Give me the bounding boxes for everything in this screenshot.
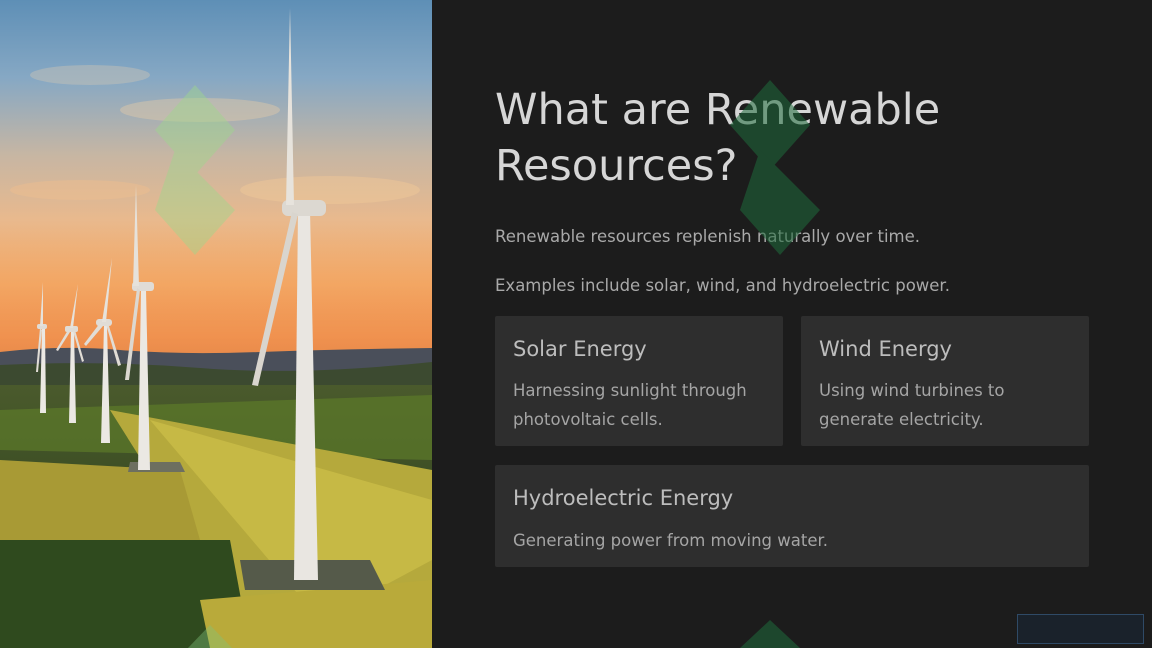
wind-turbines-photo [0, 0, 432, 648]
wind-energy-card: Wind Energy Using wind turbines to gener… [801, 316, 1089, 446]
hydroelectric-energy-card: Hydroelectric Energy Generating power fr… [495, 465, 1089, 567]
examples-paragraph: Examples include solar, wind, and hydroe… [495, 276, 950, 295]
card-text: Using wind turbines to generate electric… [819, 381, 1005, 429]
card-title: Wind Energy [819, 337, 952, 361]
card-title: Hydroelectric Energy [513, 486, 734, 510]
solar-energy-card: Solar Energy Harnessing sunlight through… [495, 316, 783, 446]
corner-widget[interactable] [1017, 614, 1144, 644]
slide-content: What are Renewable Resources? Renewable … [432, 0, 1152, 648]
card-text: Generating power from moving water. [513, 531, 828, 550]
card-title: Solar Energy [513, 337, 647, 361]
intro-paragraph: Renewable resources replenish naturally … [495, 227, 921, 246]
turbine-landscape-illustration [0, 8, 432, 648]
slide-title: What are Renewable Resources? [495, 85, 941, 191]
card-text: Harnessing sunlight through photovoltaic… [513, 381, 747, 429]
